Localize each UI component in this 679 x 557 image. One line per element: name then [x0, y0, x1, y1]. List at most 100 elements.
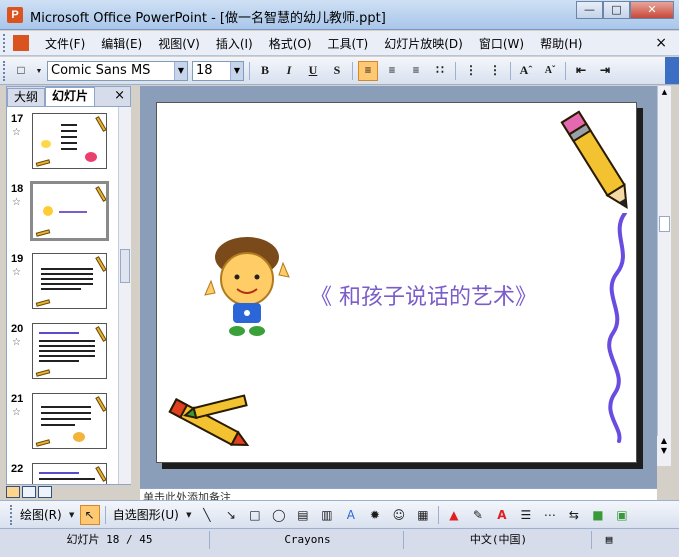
slide-number: 21 [11, 393, 24, 405]
autoshapes-menu-button[interactable]: 自选图形(U) [109, 506, 183, 523]
thumbnail-scrollbar[interactable] [118, 107, 131, 484]
decrease-font-icon[interactable]: Aˇ [540, 61, 560, 81]
diagram-icon[interactable]: ✹ [365, 505, 385, 525]
main-vertical-scrollbar[interactable]: ▲ [657, 86, 671, 466]
oval-tool-icon[interactable]: ◯ [269, 505, 289, 525]
normal-view-button[interactable] [6, 486, 20, 498]
slide-title[interactable]: 《 和孩子说话的艺术》 [310, 279, 537, 311]
increase-indent-icon[interactable]: ⇥ [595, 61, 615, 81]
document-close-button[interactable]: × [655, 35, 667, 51]
new-document-icon[interactable]: □ [11, 61, 31, 81]
wordart-icon[interactable]: A [341, 505, 361, 525]
3d-style-icon[interactable]: ▣ [612, 505, 632, 525]
dropdown-arrow-icon[interactable]: ▼ [35, 61, 43, 81]
close-button[interactable]: ✕ [630, 1, 674, 19]
crayons-illustration [168, 394, 250, 447]
align-center-icon[interactable]: ≡ [382, 61, 402, 81]
slide-canvas[interactable]: 《 和孩子说话的艺术》 [156, 102, 637, 463]
transition-icon: ☆ [12, 407, 21, 418]
pencil-icon [95, 466, 106, 482]
slide-thumbnail-selected[interactable] [30, 181, 109, 241]
maximize-button[interactable]: □ [603, 1, 630, 19]
slide-thumb-row[interactable]: 19 ☆ [7, 253, 117, 315]
menu-file[interactable]: 文件(F) [37, 35, 93, 52]
distribute-icon[interactable]: ∷ [430, 61, 450, 81]
numbering-icon[interactable]: ⋮ [461, 61, 481, 81]
menu-edit[interactable]: 编辑(E) [93, 35, 150, 52]
textbox-tool-icon[interactable]: ▤ [293, 505, 313, 525]
font-size-select[interactable]: 18 ▼ [192, 60, 244, 81]
italic-button[interactable]: I [279, 61, 299, 81]
slide-thumb-row[interactable]: 21 ☆ [7, 393, 117, 455]
bold-button[interactable]: B [255, 61, 275, 81]
dash-style-icon[interactable]: ⋯ [540, 505, 560, 525]
slide-sorter-view-button[interactable] [22, 486, 36, 498]
vertical-textbox-icon[interactable]: ▥ [317, 505, 337, 525]
menu-tools[interactable]: 工具(T) [320, 35, 377, 52]
select-pointer-icon[interactable]: ↖ [79, 504, 100, 525]
next-slide-icon[interactable]: ▼ [657, 446, 671, 456]
rectangle-tool-icon[interactable]: □ [245, 505, 265, 525]
line-style-icon[interactable]: ☰ [516, 505, 536, 525]
chevron-down-icon[interactable]: ▼ [174, 61, 187, 80]
panel-close-button[interactable]: × [114, 88, 125, 103]
chevron-down-icon[interactable]: ▼ [230, 61, 243, 80]
scroll-up-icon[interactable]: ▲ [659, 86, 670, 98]
draw-menu-button[interactable]: 绘图(R) [16, 506, 66, 523]
document-icon[interactable] [13, 35, 29, 51]
underline-button[interactable]: U [303, 61, 323, 81]
powerpoint-icon[interactable]: P [7, 7, 23, 23]
slide-thumb-row[interactable]: 22 [7, 463, 117, 484]
shadow-button[interactable]: S [327, 61, 347, 81]
menu-format[interactable]: 格式(O) [261, 35, 320, 52]
minimize-button[interactable]: — [576, 1, 603, 19]
slide-thumb-row[interactable]: 18 ☆ [7, 181, 117, 245]
menu-insert[interactable]: 插入(I) [208, 35, 261, 52]
increase-font-icon[interactable]: Aˆ [516, 61, 536, 81]
pencil-icon [35, 229, 51, 237]
slideshow-view-button[interactable] [38, 486, 52, 498]
slide-thumbnail[interactable] [32, 113, 107, 169]
slide-thumb-row[interactable]: 20 ☆ [7, 323, 117, 385]
menu-view[interactable]: 视图(V) [150, 35, 208, 52]
slide-thumbnail[interactable] [32, 393, 107, 449]
font-color-icon[interactable]: A [492, 505, 512, 525]
bullets-icon[interactable]: ⋮ [485, 61, 505, 81]
spelling-check-icon[interactable]: ▤ [594, 531, 624, 549]
dropdown-arrow-icon[interactable]: ▼ [185, 505, 193, 525]
line-tool-icon[interactable]: ╲ [197, 505, 217, 525]
align-right-icon[interactable]: ≡ [406, 61, 426, 81]
arrow-tool-icon[interactable]: ↘ [221, 505, 241, 525]
slide-number: 19 [11, 253, 24, 265]
scroll-thumb[interactable] [120, 249, 130, 283]
toolbar-overflow-button[interactable] [665, 57, 679, 84]
menu-slideshow[interactable]: 幻灯片放映(D) [376, 35, 471, 52]
insert-picture-icon[interactable]: ▦ [413, 505, 433, 525]
clipart-icon[interactable]: ☺ [389, 505, 409, 525]
align-left-icon[interactable]: ≡ [358, 60, 378, 81]
dropdown-arrow-icon[interactable]: ▼ [68, 505, 76, 525]
toolbar-grip[interactable] [3, 60, 9, 81]
fill-color-icon[interactable]: ▲ [444, 505, 464, 525]
slide-counter: 幻灯片 18 / 45 [10, 531, 210, 549]
cartoon-boy-illustration [204, 237, 290, 336]
menubar-grip[interactable] [3, 34, 9, 52]
tab-outline[interactable]: 大纲 [7, 88, 46, 106]
menu-help[interactable]: 帮助(H) [532, 35, 590, 52]
pencil-icon [35, 439, 51, 447]
slide-thumbnail[interactable] [32, 253, 107, 309]
arrow-style-icon[interactable]: ⇆ [564, 505, 584, 525]
format-toolbar: □ ▼ Comic Sans MS ▼ 18 ▼ B I U S ≡ ≡ ≡ ∷… [0, 57, 679, 85]
shadow-style-icon[interactable]: ■ [588, 505, 608, 525]
pencil-icon [95, 326, 106, 342]
font-name-select[interactable]: Comic Sans MS ▼ [47, 60, 188, 81]
tab-slides[interactable]: 幻灯片 [45, 87, 96, 106]
previous-slide-icon[interactable]: ▲ [657, 436, 671, 446]
slide-thumbnail[interactable] [32, 323, 107, 379]
line-color-icon[interactable]: ✎ [468, 505, 488, 525]
decrease-indent-icon[interactable]: ⇤ [571, 61, 591, 81]
scroll-thumb[interactable] [659, 216, 670, 232]
slide-thumbnail[interactable] [32, 463, 107, 484]
slide-thumb-row[interactable]: 17 ☆ [7, 113, 117, 175]
menu-window[interactable]: 窗口(W) [471, 35, 532, 52]
